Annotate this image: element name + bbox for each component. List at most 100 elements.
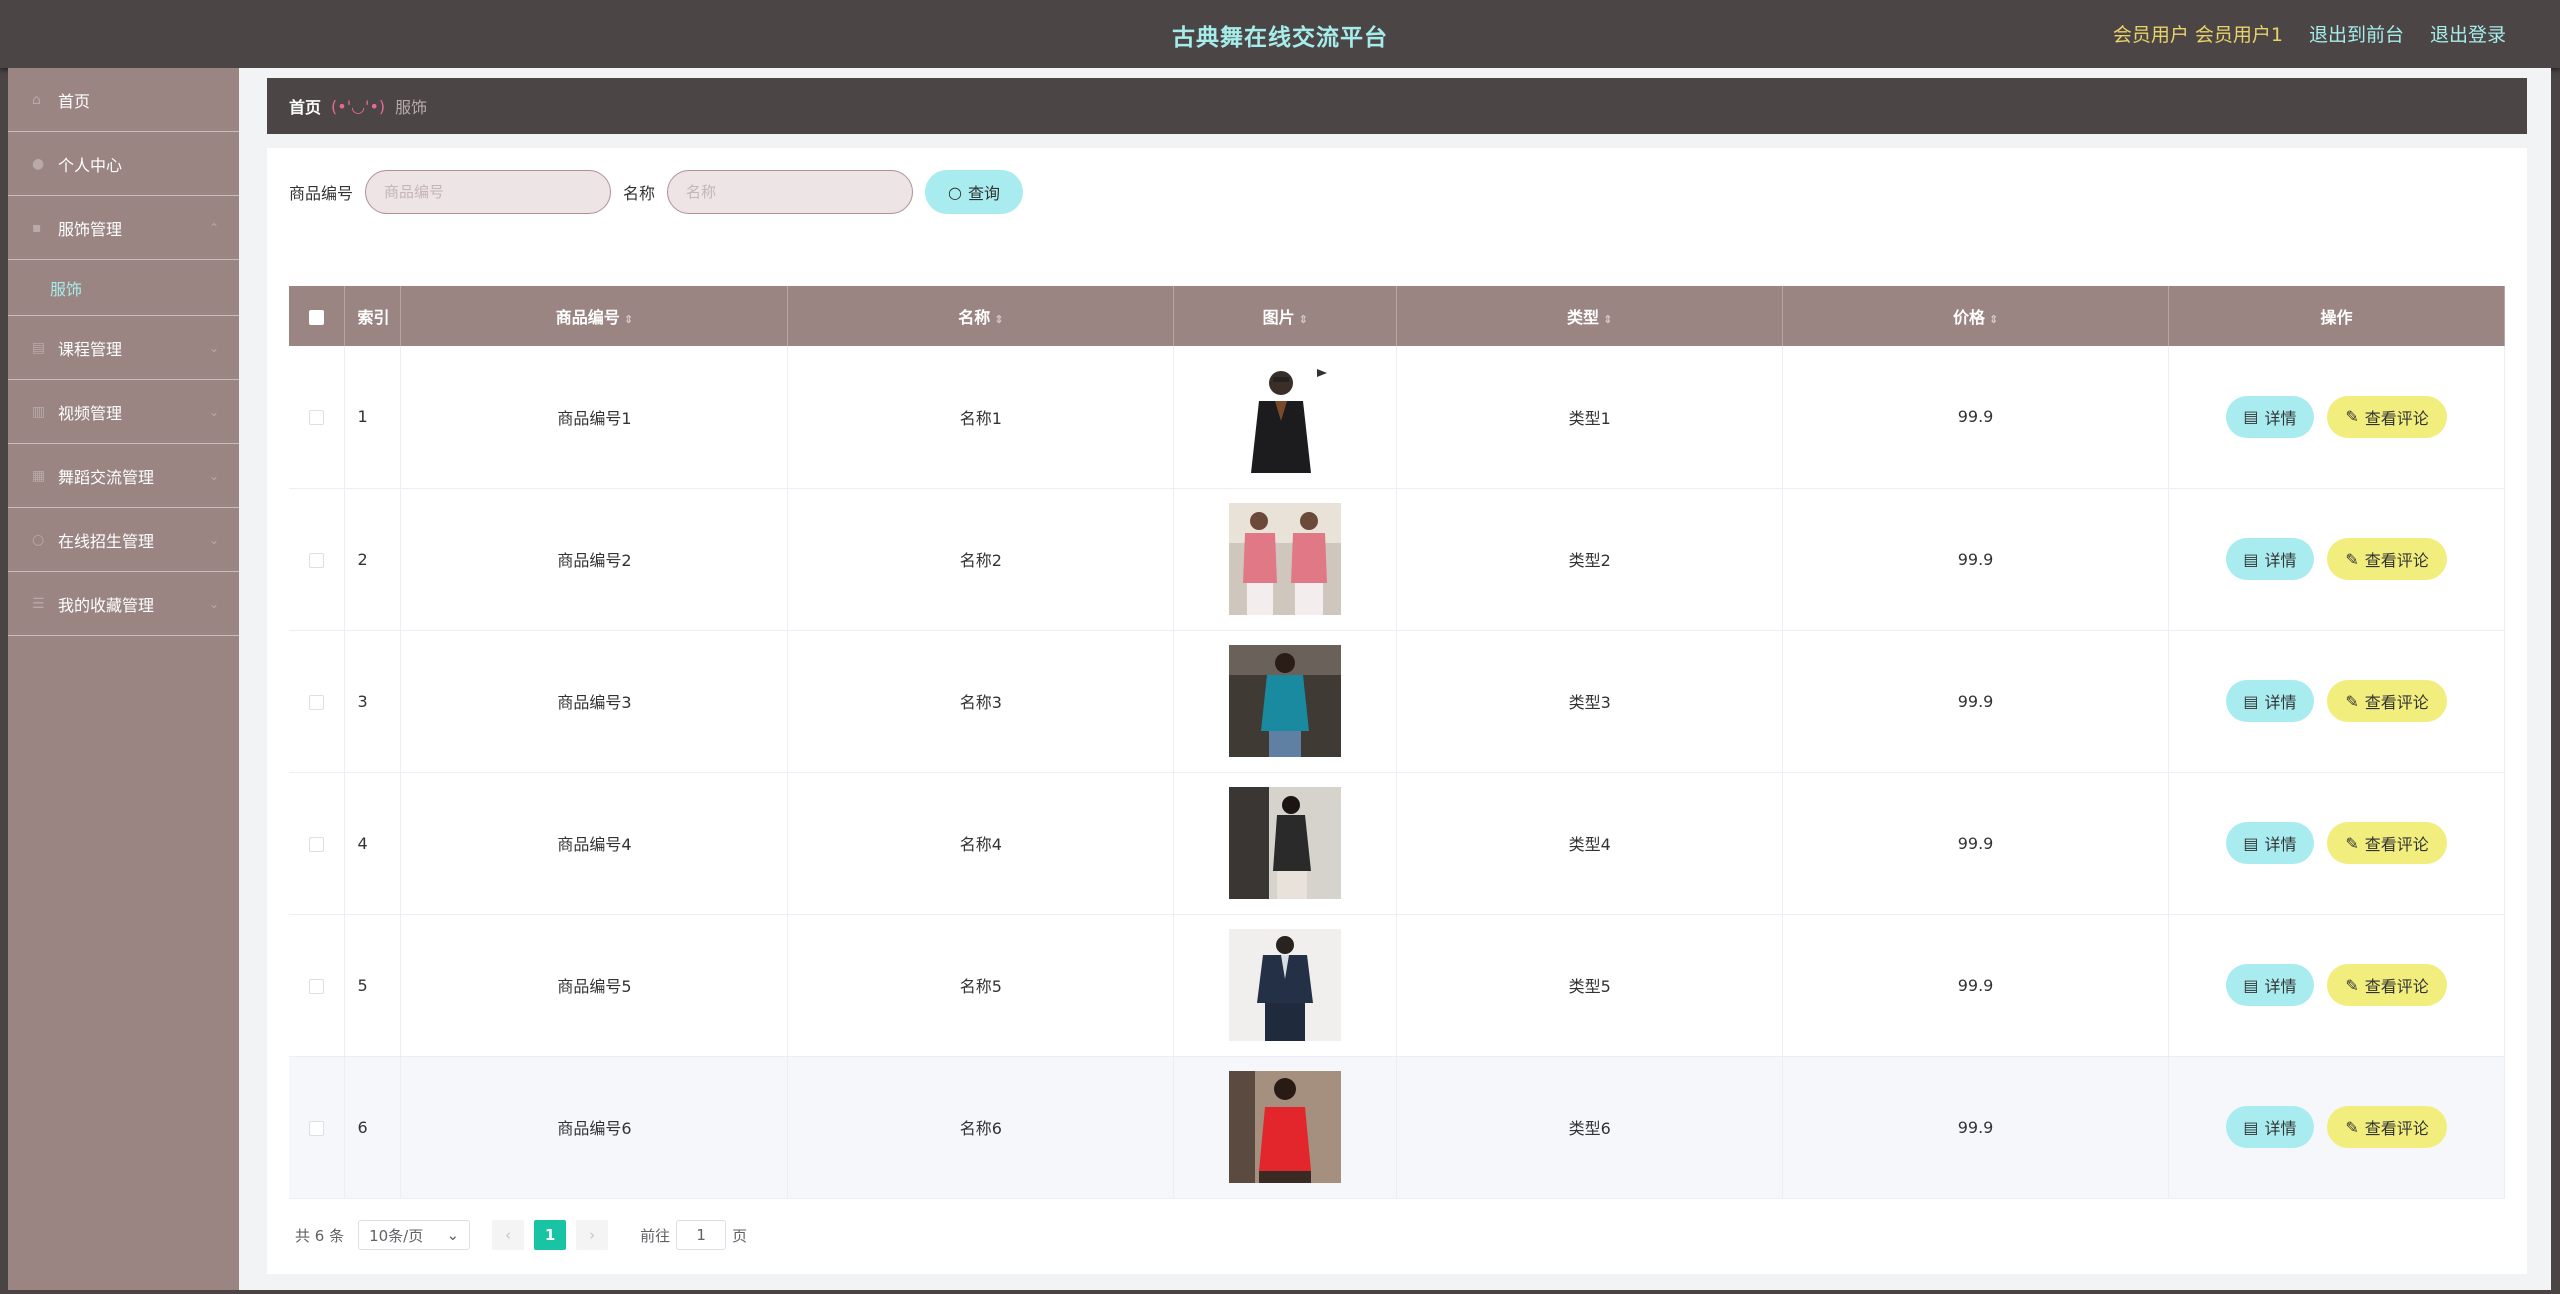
view-comments-button[interactable]: ✎ 查看评论 [2327,538,2448,580]
detail-button[interactable]: ▤ 详情 [2225,964,2314,1006]
document-icon: ▤ [2243,1117,2259,1137]
query-button-label: 查询 [968,184,1001,203]
detail-button[interactable]: ▤ 详情 [2225,538,2314,580]
pagination: 共 6 条 10条/页 ⌄ ‹ 1 › 前往 页 [295,1220,747,1250]
sort-icon[interactable]: ⇕ [1989,313,1998,326]
chevron-down-icon: ⌄ [208,340,219,355]
sidebar-item-favorites-management[interactable]: ☰ 我的收藏管理 ⌄ [8,572,239,636]
row-image [1173,346,1398,488]
sidebar-subitem-clothing[interactable]: 服饰 [8,260,239,316]
product-image [1229,503,1342,615]
sort-icon[interactable]: ⇕ [624,313,633,326]
view-comments-button[interactable]: ✎ 查看评论 [2327,822,2448,864]
row-name: 名称6 [787,1056,1175,1198]
view-comments-label: 查看评论 [2364,835,2429,854]
detail-button-label: 详情 [2264,977,2297,996]
row-actions: ▤ 详情 ✎ 查看评论 [2168,914,2505,1056]
sidebar-item-label: 我的收藏管理 [58,595,155,615]
row-checkbox[interactable] [309,836,325,852]
row-name: 名称4 [787,772,1175,914]
detail-button[interactable]: ▤ 详情 [2225,1106,2314,1148]
search-icon: ○ [948,182,962,202]
view-comments-button[interactable]: ✎ 查看评论 [2327,680,2448,722]
table-row: 1 商品编号1 名称1 类型1 99.9 ▤ 详情 ✎ 查看评论 [289,346,2505,488]
sort-icon[interactable]: ⇕ [1603,313,1612,326]
view-comments-button[interactable]: ✎ 查看评论 [2327,395,2448,438]
row-name: 名称1 [787,346,1175,488]
collect-icon: ☰ [32,595,45,612]
name-search-input[interactable] [667,170,914,214]
sidebar-item-clothing-management[interactable]: ▪ 服饰管理 ⌃ [8,196,239,260]
detail-button[interactable]: ▤ 详情 [2225,395,2314,438]
sidebar-item-video-management[interactable]: ▥ 视频管理 ⌄ [8,380,239,444]
chevron-right-icon: › [589,1226,596,1244]
header-code[interactable]: 商品编号 ⇕ [400,286,789,346]
clothing-icon: ▪ [32,219,42,236]
sidebar-item-home[interactable]: ⌂ 首页 [8,68,239,132]
header-price-label: 价格 [1952,308,1985,327]
breadcrumb-home[interactable]: 首页 [289,94,321,118]
row-checkbox[interactable] [309,694,325,710]
page-number-1[interactable]: 1 [534,1220,567,1250]
header-actions: 会员用户 会员用户1 退出到前台 退出登录 [2113,20,2506,47]
row-type: 类型2 [1396,488,1784,630]
sidebar-item-enrollment-management[interactable]: ○ 在线招生管理 ⌄ [8,508,239,572]
top-header: 古典舞在线交流平台 会员用户 会员用户1 退出到前台 退出登录 [0,0,2560,68]
code-search-input[interactable] [365,170,612,214]
row-checkbox[interactable] [309,1120,325,1136]
goto-page-input[interactable] [676,1220,727,1250]
sort-icon[interactable]: ⇕ [1299,313,1308,326]
header-image[interactable]: 图片 ⇕ [1173,286,1398,346]
row-type: 类型5 [1396,914,1784,1056]
chevron-down-icon: ⌄ [208,468,219,483]
sidebar-item-label: 个人中心 [58,155,123,175]
sidebar-item-course-management[interactable]: ▤ 课程管理 ⌄ [8,316,239,380]
edit-icon: ✎ [2345,407,2359,427]
sort-icon[interactable]: ⇕ [994,313,1003,326]
row-price: 99.9 [1782,1056,2169,1198]
table-row: 2 商品编号2 名称2 类型2 99.9 ▤ 详情 ✎ 查看评论 [289,488,2505,630]
sidebar-item-label: 视频管理 [58,403,123,423]
table-row: 4 商品编号4 名称4 类型4 99.9 ▤ 详情 ✎ 查看评论 [289,772,2505,914]
product-image [1229,929,1342,1041]
chevron-down-icon: ⌄ [208,532,219,547]
detail-button[interactable]: ▤ 详情 [2225,680,2314,722]
detail-button-label: 详情 [2264,408,2297,428]
header-name[interactable]: 名称 ⇕ [787,286,1175,346]
front-page-link[interactable]: 退出到前台 [2309,20,2404,47]
row-checkbox[interactable] [309,410,325,426]
view-comments-label: 查看评论 [2364,551,2429,570]
view-comments-label: 查看评论 [2364,1119,2429,1138]
page-unit: 页 [732,1226,748,1245]
table-row: 5 商品编号5 名称5 类型5 99.9 ▤ 详情 ✎ 查看评论 [289,914,2505,1056]
sidebar-item-profile[interactable]: ● 个人中心 [8,132,239,196]
sidebar-item-dance-exchange-management[interactable]: ▦ 舞蹈交流管理 ⌄ [8,444,239,508]
breadcrumb: 首页 (•'◡'•) 服饰 [267,78,2527,134]
home-icon: ⌂ [32,91,41,108]
main-content: 首页 (•'◡'•) 服饰 商品编号 名称 ○ 查询 索引 商品编号 [239,68,2551,1290]
select-all-checkbox[interactable] [309,309,325,325]
product-image [1229,360,1342,473]
header-type[interactable]: 类型 ⇕ [1396,286,1784,346]
row-actions: ▤ 详情 ✎ 查看评论 [2168,1056,2505,1198]
view-comments-label: 查看评论 [2364,693,2429,712]
chevron-up-icon: ⌃ [208,220,219,235]
next-page-button[interactable]: › [576,1220,609,1250]
row-type: 类型3 [1396,630,1784,772]
row-image [1173,488,1398,630]
row-price: 99.9 [1782,772,2169,914]
view-comments-button[interactable]: ✎ 查看评论 [2327,964,2448,1006]
detail-button[interactable]: ▤ 详情 [2225,822,2314,864]
row-checkbox[interactable] [309,552,325,568]
query-button[interactable]: ○ 查询 [925,170,1024,214]
page-size-select[interactable]: 10条/页 ⌄ [358,1220,471,1250]
view-comments-button[interactable]: ✎ 查看评论 [2327,1106,2448,1148]
edit-icon: ✎ [2345,549,2359,569]
header-price[interactable]: 价格 ⇕ [1782,286,2169,346]
logout-link[interactable]: 退出登录 [2430,20,2506,47]
select-all-cell[interactable] [289,286,346,346]
row-checkbox[interactable] [309,978,325,994]
prev-page-button[interactable]: ‹ [492,1220,525,1250]
row-name: 名称3 [787,630,1175,772]
chat-icon: ▦ [32,467,46,484]
